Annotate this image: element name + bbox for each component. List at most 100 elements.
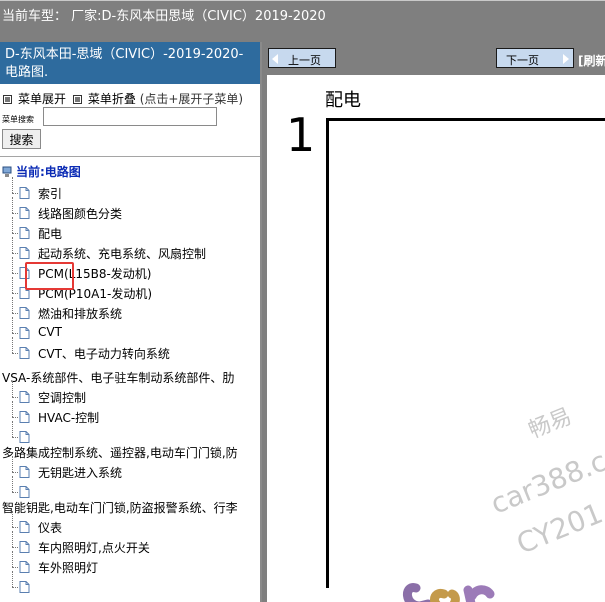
menu-hint: (点击+展开子菜单) bbox=[139, 92, 244, 106]
page-number: 1 bbox=[286, 108, 316, 162]
tree-connector bbox=[12, 237, 13, 253]
collapse-icon[interactable] bbox=[72, 95, 82, 104]
tree-item-label: 配电 bbox=[38, 227, 63, 241]
tree-item[interactable] bbox=[0, 571, 260, 597]
tree-item[interactable]: 无钥匙进入系统 bbox=[0, 456, 260, 482]
document-icon bbox=[19, 541, 30, 553]
tree-item[interactable]: CVT bbox=[0, 317, 260, 343]
tree-connector bbox=[12, 337, 13, 353]
menu-collapse-link[interactable]: 菜单折叠 bbox=[88, 92, 136, 106]
search-label: 菜单搜索 bbox=[2, 115, 34, 124]
tree-connector bbox=[12, 511, 13, 527]
tree-connector bbox=[12, 567, 18, 568]
document-icon bbox=[19, 521, 30, 533]
tree-item[interactable]: 燃油和排放系统 bbox=[0, 297, 260, 323]
tree-item-label: 车外照明灯 bbox=[38, 561, 99, 575]
tree-item[interactable]: 线路图颜色分类 bbox=[0, 197, 260, 223]
tree-item[interactable]: 空调控制 bbox=[0, 381, 260, 407]
document-icon bbox=[19, 466, 30, 478]
search-button[interactable]: 搜索 bbox=[2, 129, 41, 149]
tree-item-label: 仪表 bbox=[38, 521, 63, 535]
tree-item[interactable]: CVT、电子动力转向系统 bbox=[0, 337, 260, 363]
tree-connector bbox=[12, 437, 18, 438]
tree-item-label: HVAC-控制 bbox=[38, 411, 100, 425]
tree-connector bbox=[12, 317, 13, 333]
right-panel: 上一页 下一页 [刷新 配电 1 畅易 car388.c CY201 bbox=[262, 42, 605, 602]
tree-item-label: 车内照明灯,点火开关 bbox=[38, 541, 150, 555]
tree-item[interactable]: HVAC-控制 bbox=[0, 401, 260, 427]
document-icon bbox=[19, 431, 30, 443]
left-panel-title: D-东风本田-思域（CIVIC）-2019-2020- 电路图. bbox=[0, 42, 260, 84]
tree-item[interactable]: 起动系统、充电系统、风扇控制 bbox=[0, 237, 260, 263]
next-page-label: 下一页 bbox=[506, 54, 539, 67]
tree-connector bbox=[12, 381, 13, 397]
tree-connector bbox=[12, 253, 18, 254]
tree-item-label: CVT、电子动力转向系统 bbox=[38, 347, 170, 361]
tree-connector bbox=[12, 492, 18, 493]
document-title: 配电 bbox=[325, 90, 361, 111]
tree-connector bbox=[12, 417, 18, 418]
prev-page-button[interactable]: 上一页 bbox=[268, 48, 336, 68]
refresh-link[interactable]: [刷新 bbox=[578, 52, 605, 69]
tree-connector bbox=[12, 353, 18, 354]
next-page-button[interactable]: 下一页 bbox=[496, 48, 574, 68]
current-model-label: 当前车型： 厂家:D-东风本田思域（CIVIC）2019-2020 bbox=[2, 9, 326, 24]
tree-item-label: CVT bbox=[38, 325, 62, 339]
search-input[interactable] bbox=[43, 107, 217, 126]
document-icon bbox=[19, 207, 30, 219]
menu-toggle-row: 菜单展开 菜单折叠 (点击+展开子菜单) bbox=[0, 90, 260, 108]
tree-connector bbox=[12, 177, 13, 193]
tree-connector bbox=[12, 257, 13, 273]
tree-item[interactable]: 车外照明灯 bbox=[0, 551, 260, 577]
tree-connector bbox=[12, 472, 18, 473]
divider bbox=[0, 156, 260, 157]
tree-connector bbox=[12, 273, 18, 274]
tree-item[interactable]: 配电 bbox=[0, 217, 260, 243]
tree-connector bbox=[12, 333, 18, 334]
tree-connector bbox=[12, 531, 13, 547]
tree-item-label: 燃油和排放系统 bbox=[38, 307, 123, 321]
tree-group-label[interactable]: VSA-系统部件、电子驻车制动系统部件、肋 bbox=[2, 369, 234, 389]
tree-connector bbox=[12, 397, 18, 398]
tree-group-label[interactable]: 多路集成控制系统、遥控器,电动车门门锁,防 bbox=[2, 444, 238, 464]
tree-item-label: 无钥匙进入系统 bbox=[38, 466, 123, 480]
tree-connector bbox=[12, 293, 18, 294]
document-icon bbox=[19, 581, 30, 593]
document-icon bbox=[19, 187, 30, 199]
expand-icon[interactable] bbox=[3, 95, 12, 104]
tree-connector bbox=[12, 527, 18, 528]
document-icon bbox=[19, 307, 30, 319]
tree-connector bbox=[12, 571, 13, 587]
tree-connector bbox=[12, 551, 13, 567]
tree-item-label: 起动系统、充电系统、风扇控制 bbox=[38, 247, 207, 261]
tree-item-label: 索引 bbox=[38, 187, 63, 201]
document-icon bbox=[19, 327, 30, 339]
tree-item-label: 空调控制 bbox=[38, 391, 87, 405]
tree-root-label: 当前:电路图 bbox=[16, 165, 81, 179]
tree-connector bbox=[12, 277, 13, 293]
tree-connector bbox=[12, 587, 18, 588]
menu-expand-link[interactable]: 菜单展开 bbox=[18, 92, 66, 106]
left-panel: D-东风本田-思域（CIVIC）-2019-2020- 电路图. 菜单展开 菜单… bbox=[0, 42, 262, 602]
left-arrow-icon bbox=[272, 54, 278, 64]
watermark-logo bbox=[403, 583, 495, 602]
tree-connector bbox=[12, 233, 18, 234]
tree-item[interactable]: 索引 bbox=[0, 177, 260, 203]
prev-page-label: 上一页 bbox=[288, 54, 321, 67]
right-arrow-icon bbox=[563, 54, 569, 64]
document-icon bbox=[19, 486, 30, 498]
tree-item[interactable]: 仪表 bbox=[0, 511, 260, 537]
tree-connector bbox=[12, 213, 18, 214]
tree-item[interactable]: 车内照明灯,点火开关 bbox=[0, 531, 260, 557]
document-icon bbox=[19, 411, 30, 423]
tree-item-label: 线路图颜色分类 bbox=[38, 207, 123, 221]
tree-root[interactable]: 当前:电路图 bbox=[2, 163, 81, 183]
tree-connector bbox=[12, 456, 13, 472]
tree-connector bbox=[12, 193, 18, 194]
document-icon bbox=[19, 227, 30, 239]
top-bar: 当前车型： 厂家:D-东风本田思域（CIVIC）2019-2020 bbox=[0, 0, 605, 42]
tree-group-label[interactable]: 智能钥匙,电动车门门锁,防盗报警系统、行李 bbox=[2, 499, 238, 519]
tree-connector bbox=[12, 421, 13, 437]
tree-connector bbox=[12, 217, 13, 233]
selection-highlight bbox=[25, 262, 74, 290]
